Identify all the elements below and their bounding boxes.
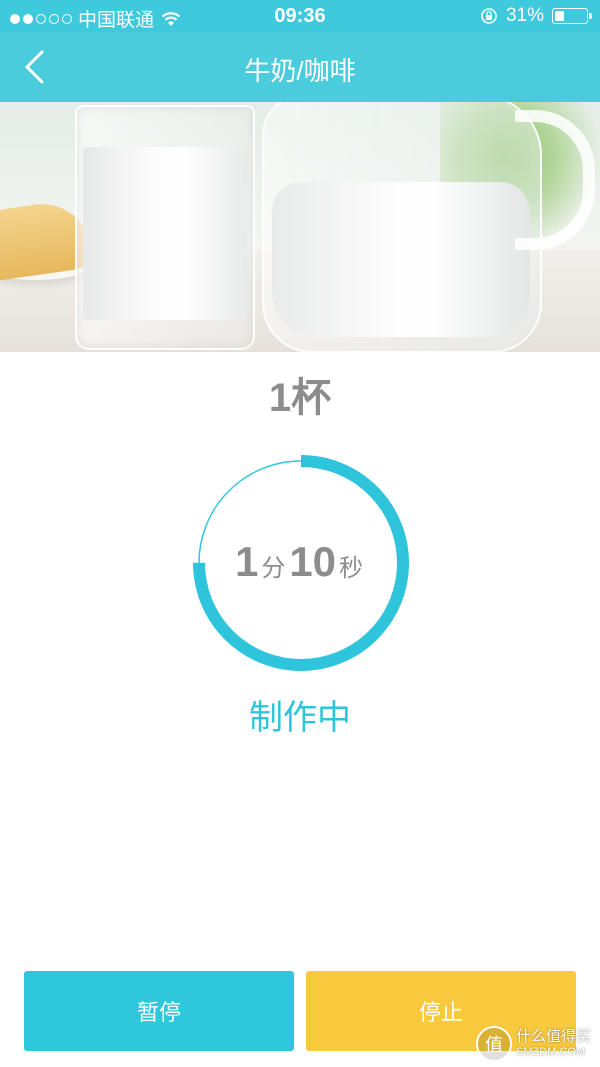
- pause-button[interactable]: 暂停: [24, 971, 294, 1051]
- cup-count: 1杯: [0, 365, 600, 423]
- pause-button-label: 暂停: [136, 1000, 181, 1025]
- cup-count-unit: 杯: [291, 376, 332, 420]
- countdown-minutes: 1: [234, 538, 259, 585]
- status-bar: 中国联通 09:36 31%: [0, 0, 600, 32]
- watermark-badge: 值: [476, 1025, 512, 1062]
- countdown-seconds: 10: [289, 538, 337, 585]
- cup-count-value: 1: [268, 376, 292, 420]
- nav-bar: 牛奶/咖啡: [0, 32, 600, 102]
- countdown-minutes-unit: 分: [261, 555, 286, 582]
- countdown: 1 分 10 秒: [190, 452, 412, 674]
- watermark-logo: 值 什么值得买 SMZDM.COM: [476, 1020, 600, 1067]
- watermark-domain: SMZDM.COM: [516, 1045, 586, 1058]
- timer-ring: 1 分 10 秒: [190, 452, 412, 674]
- page-title: 牛奶/咖啡: [244, 56, 356, 86]
- watermark-text: 什么值得买: [516, 1028, 592, 1046]
- hero-milk-jug: [262, 95, 542, 352]
- stop-button-label: 停止: [418, 1000, 463, 1025]
- battery-percent: 31%: [505, 5, 544, 26]
- battery-icon: [552, 8, 592, 24]
- countdown-seconds-unit: 秒: [339, 555, 364, 582]
- rotation-lock-icon: [481, 8, 497, 24]
- brewing-status: 制作中: [249, 699, 351, 737]
- hero-milk-glass: [75, 105, 255, 350]
